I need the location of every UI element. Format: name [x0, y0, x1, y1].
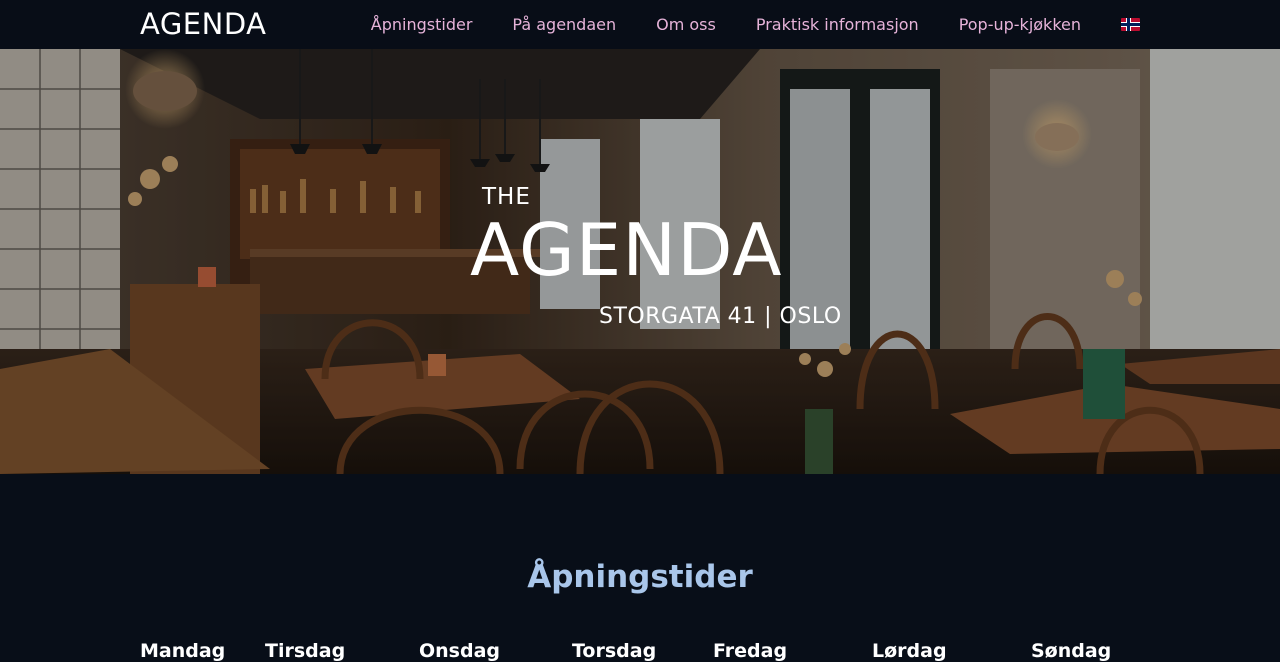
- norway-flag-icon[interactable]: [1121, 18, 1140, 31]
- nav-link-om-oss[interactable]: Om oss: [656, 15, 716, 34]
- day-label-friday: Fredag: [713, 640, 788, 662]
- day-label-wednesday: Onsdag: [419, 640, 501, 662]
- opening-hours-title: Åpningstider: [527, 559, 753, 595]
- day-label-tuesday: Tirsdag: [265, 640, 346, 662]
- nav-link-pa-agendaen[interactable]: På agendaen: [512, 15, 616, 34]
- nav-link-pop-up-kjokken[interactable]: Pop-up-kjøkken: [959, 15, 1081, 34]
- top-navbar: AGENDA Åpningstider På agendaen Om oss P…: [0, 0, 1280, 49]
- day-label-monday: Mandag: [140, 640, 226, 662]
- hero-section: THE AGENDA STORGATA 41 | OSLO: [0, 49, 1280, 474]
- day-label-sunday: Søndag: [1031, 640, 1112, 662]
- hero-title: AGENDA: [470, 208, 783, 292]
- nav-link-apningstider[interactable]: Åpningstider: [371, 15, 473, 34]
- opening-hours-section: Åpningstider Mandag Tirsdag Onsdag Torsd…: [0, 474, 1280, 662]
- brand-logo[interactable]: AGENDA: [140, 7, 266, 41]
- day-label-thursday: Torsdag: [572, 640, 657, 662]
- hero-the-text: THE: [482, 184, 531, 210]
- main-nav: Åpningstider På agendaen Om oss Praktisk…: [371, 0, 1140, 49]
- nav-link-praktisk-informasjon[interactable]: Praktisk informasjon: [756, 15, 919, 34]
- hero-address: STORGATA 41 | OSLO: [599, 304, 842, 329]
- day-label-saturday: Lørdag: [872, 640, 947, 662]
